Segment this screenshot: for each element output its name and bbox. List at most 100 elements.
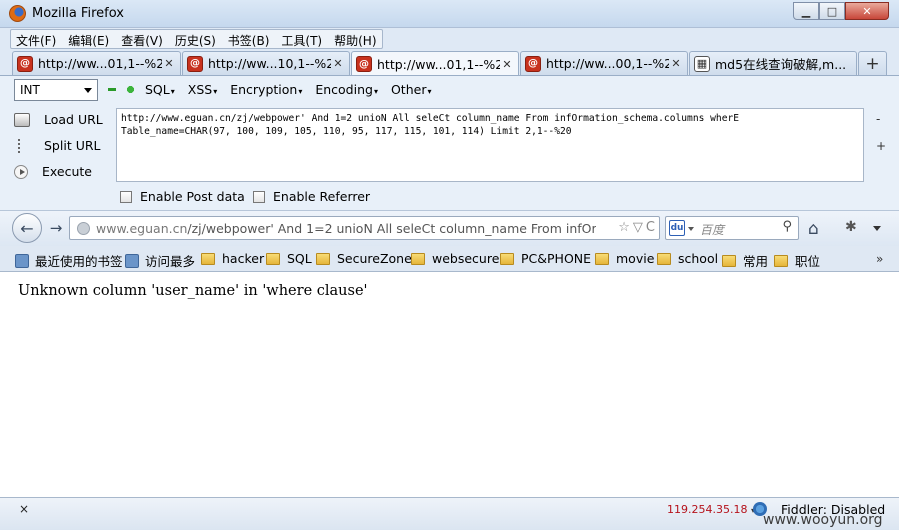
url-line-2: Table_name=CHAR(97, 100, 109, 105, 110, … [121, 126, 572, 137]
menu-view[interactable]: 查看(V) [116, 30, 168, 48]
tab-2[interactable]: @ http://ww...10,1--%20 ✕ [182, 51, 350, 75]
enable-post-checkbox[interactable]: Enable Post data [120, 189, 245, 204]
bookmark-label: 常用 [743, 254, 769, 269]
tab-favicon-icon: @ [187, 55, 203, 72]
split-url-label: Split URL [44, 138, 101, 153]
checkbox-box [253, 190, 265, 203]
play-icon [14, 164, 28, 179]
menu-tools[interactable]: 工具(T) [276, 30, 327, 48]
bookmark-folder-websecure[interactable]: websecure [411, 251, 499, 266]
bookmark-label: 最近使用的书签 [35, 254, 123, 269]
chevron-down-icon [84, 88, 92, 93]
sql-menu[interactable]: SQL▾ [145, 82, 175, 97]
menu-file[interactable]: 文件(F) [11, 30, 61, 48]
enable-referrer-checkbox[interactable]: Enable Referrer [253, 189, 370, 204]
home-button[interactable]: ⌂ [808, 219, 819, 239]
bookmark-folder-hacker[interactable]: hacker [201, 251, 264, 266]
firebug-icon[interactable]: ✱ [845, 219, 857, 235]
type-select[interactable]: INT [14, 79, 98, 101]
bookmark-label: websecure [432, 251, 500, 266]
caret-icon: ▾ [298, 87, 303, 96]
close-addon-bar-icon[interactable]: × [19, 502, 29, 516]
close-window-button[interactable]: ✕ [845, 2, 889, 20]
back-button[interactable]: ← [12, 213, 42, 243]
globe-icon [77, 222, 90, 235]
menu-history[interactable]: 历史(S) [170, 30, 221, 48]
xss-menu[interactable]: XSS▾ [188, 82, 217, 97]
search-icon[interactable]: ⚲ [782, 219, 792, 234]
window-title: Mozilla Firefox [32, 6, 124, 21]
folder-icon [722, 254, 736, 267]
maximize-button[interactable]: □ [819, 2, 845, 20]
firefox-logo-icon [9, 5, 26, 22]
checkbox-box [120, 190, 132, 203]
baidu-icon[interactable]: du [669, 220, 685, 236]
minimize-button[interactable]: ▁ [793, 2, 819, 20]
address-bar[interactable]: www.eguan.cn/zj/webpower' And 1=2 unioN … [69, 216, 660, 240]
forward-button[interactable]: → [44, 218, 68, 238]
menu-edit[interactable]: 编辑(E) [63, 30, 114, 48]
load-url-icon [14, 112, 30, 127]
tab-favicon-icon: @ [525, 55, 541, 72]
title-bar: Mozilla Firefox ▁ □ ✕ [0, 0, 899, 28]
tab-close-icon[interactable]: ✕ [331, 57, 345, 70]
tab-label: http://ww...10,1--%20 [208, 56, 331, 71]
reload-icon[interactable]: C [646, 220, 655, 235]
bookmark-folder-sql[interactable]: SQL [266, 251, 312, 266]
bookmark-folder-pc-phone[interactable]: PC&PHONE [500, 251, 591, 266]
search-box[interactable]: du 百度 ⚲ [665, 216, 799, 240]
bookmark-folder-school[interactable]: school [657, 251, 718, 266]
folder-icon [500, 252, 514, 265]
star-icon[interactable]: ☆ [618, 220, 630, 235]
encryption-menu[interactable]: Encryption▾ [230, 82, 302, 97]
execute-label: Execute [42, 164, 92, 179]
bookmark-folder-movie[interactable]: movie [595, 251, 654, 266]
address-text: www.eguan.cn/zj/webpower' And 1=2 unioN … [96, 221, 596, 236]
tab-3-active[interactable]: @ http://ww...01,1--%20 ✕ [351, 51, 519, 76]
tab-1[interactable]: @ http://ww...01,1--%20 ✕ [12, 51, 181, 75]
type-select-value: INT [20, 83, 40, 97]
tab-close-icon[interactable]: ✕ [162, 57, 176, 70]
chevron-down-icon[interactable] [873, 226, 881, 231]
folder-icon [201, 252, 215, 265]
decrease-icon[interactable] [108, 88, 116, 91]
bookmark-folder-jobs[interactable]: 职位 [774, 251, 820, 270]
tab-close-icon[interactable]: ✕ [500, 58, 514, 71]
increase-icon[interactable] [126, 85, 135, 94]
hackbar-toolbar: SQL▾ XSS▾ Encryption▾ Encoding▾ Other▾ [108, 82, 444, 97]
tab-5[interactable]: ▦ md5在线查询破解,m... [689, 51, 857, 75]
encoding-menu[interactable]: Encoding▾ [315, 82, 378, 97]
page-content [0, 273, 899, 497]
menu-bookmarks[interactable]: 书签(B) [223, 30, 275, 48]
bookmark-label: SQL [287, 251, 312, 266]
menu-help[interactable]: 帮助(H) [329, 30, 381, 48]
tab-4[interactable]: @ http://ww...00,1--%20 ✕ [520, 51, 688, 75]
bookmark-folder-securezone[interactable]: SecureZone [316, 251, 412, 266]
address-bar-icons: ☆ ▽ C [618, 220, 655, 235]
execute-button[interactable]: Execute [14, 164, 92, 179]
xss-menu-label: XSS [187, 82, 213, 97]
split-url-button[interactable]: Split URL [14, 138, 101, 153]
folder-icon [595, 252, 609, 265]
ip-address-indicator[interactable]: 119.254.35.18 ▾ [667, 503, 755, 516]
bookmarks-overflow-button[interactable]: » [876, 252, 883, 266]
bookmark-recent[interactable]: 最近使用的书签 [15, 251, 123, 270]
new-tab-button[interactable]: + [858, 51, 887, 75]
tab-favicon-icon: @ [17, 55, 33, 72]
dropdown-icon[interactable]: ▽ [633, 220, 643, 235]
bookmark-label: 访问最多 [145, 254, 196, 269]
encryption-menu-label: Encryption [230, 82, 298, 97]
tab-close-icon[interactable]: ✕ [669, 57, 683, 70]
window-controls: ▁ □ ✕ [793, 2, 889, 20]
other-menu[interactable]: Other▾ [391, 82, 432, 97]
bookmark-most-visited[interactable]: 访问最多 [125, 251, 195, 270]
tab-label: http://ww...01,1--%20 [38, 56, 162, 71]
bookmark-folder-common[interactable]: 常用 [722, 251, 768, 270]
folder-icon [316, 252, 330, 265]
load-url-button[interactable]: Load URL [14, 112, 103, 127]
shrink-textarea-button[interactable]: - [876, 112, 880, 126]
enable-post-label: Enable Post data [140, 189, 245, 204]
hackbar-url-textarea[interactable]: http://www.eguan.cn/zj/webpower' And 1=2… [116, 108, 864, 182]
grow-textarea-button[interactable]: + [876, 139, 886, 153]
folder-icon [266, 252, 280, 265]
